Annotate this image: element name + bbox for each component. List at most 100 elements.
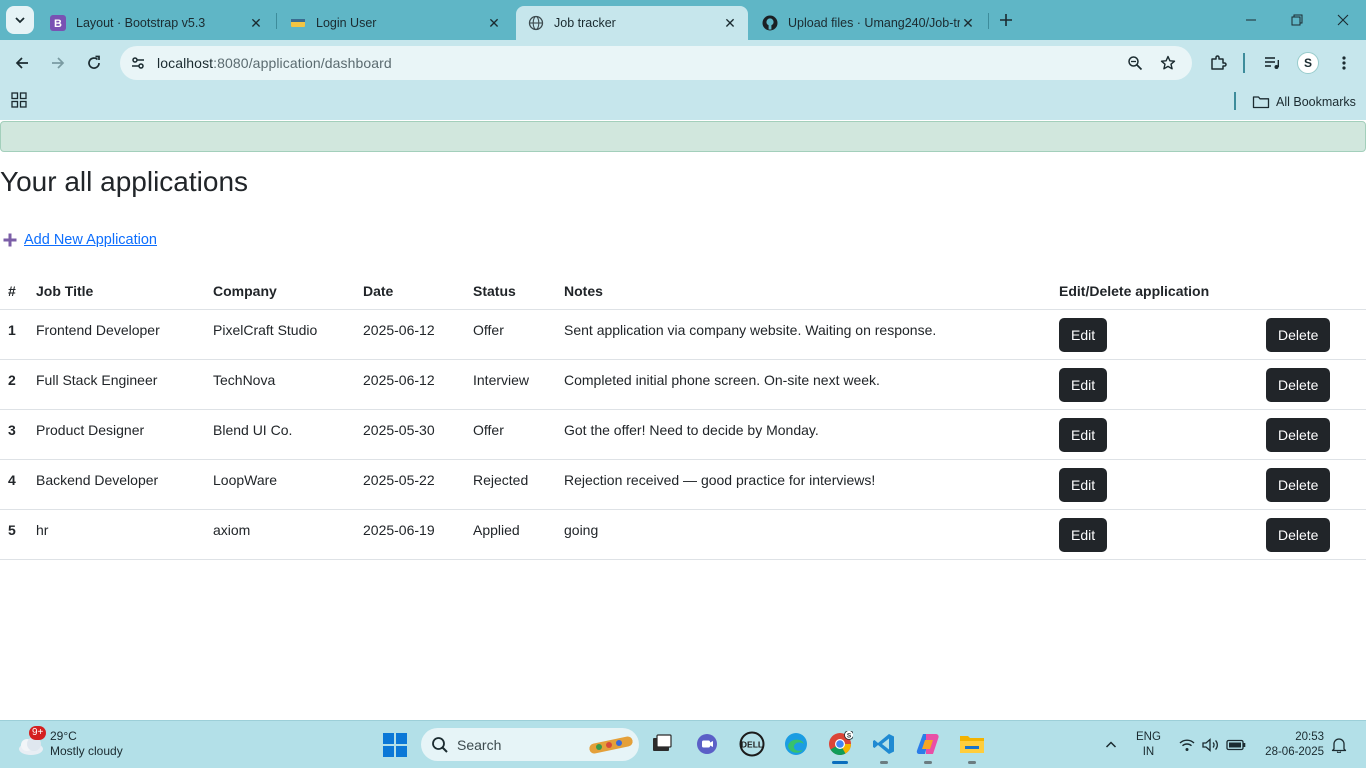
tab-divider xyxy=(276,13,277,29)
taskbar-copilot[interactable] xyxy=(914,730,942,764)
region-line: IN xyxy=(1142,746,1155,758)
zoom-icon[interactable] xyxy=(1122,50,1148,76)
edit-button[interactable]: Edit xyxy=(1059,517,1108,552)
taskbar-task-view[interactable] xyxy=(648,730,676,758)
search-icon xyxy=(432,737,448,753)
wifi-icon xyxy=(1179,739,1195,751)
language-indicator[interactable]: ENG IN xyxy=(1136,730,1161,760)
tab-strip: B Layout · Bootstrap v5.3 ✕ Login User ✕… xyxy=(0,0,1366,40)
edit-button[interactable]: Edit xyxy=(1059,467,1108,502)
table-row: 2 Full Stack Engineer TechNova 2025-06-1… xyxy=(0,359,1366,410)
edit-cell: Edit xyxy=(1051,359,1258,410)
close-window-button[interactable] xyxy=(1320,0,1366,40)
media-control-icon[interactable] xyxy=(1259,50,1285,76)
forward-button[interactable] xyxy=(45,50,71,76)
taskbar-meet[interactable] xyxy=(693,730,721,758)
extensions-icon[interactable] xyxy=(1205,50,1231,76)
back-button[interactable] xyxy=(9,50,35,76)
chevron-up-icon xyxy=(1105,741,1117,748)
svg-text:S: S xyxy=(847,733,852,740)
wifi-status[interactable] xyxy=(1177,721,1197,768)
status-cell: Interview xyxy=(465,359,556,410)
site-info-icon[interactable] xyxy=(125,50,151,76)
edit-button[interactable]: Edit xyxy=(1059,317,1108,352)
reload-icon xyxy=(88,55,100,69)
weather-widget[interactable]: 9+ 29°C Mostly cloudy xyxy=(16,726,123,759)
taskbar-vscode[interactable] xyxy=(870,730,898,764)
battery-status[interactable] xyxy=(1225,721,1247,768)
tab-search-button[interactable] xyxy=(6,6,34,34)
tab-job-tracker[interactable]: Job tracker ✕ xyxy=(516,6,748,40)
row-number: 5 xyxy=(0,509,28,560)
all-bookmarks-button[interactable]: All Bookmarks xyxy=(1252,92,1356,112)
job-title-cell: Product Designer xyxy=(28,409,205,460)
tab-github[interactable]: Upload files · Umang240/Job-tr ✕ xyxy=(750,6,986,40)
close-icon xyxy=(1337,14,1349,26)
edit-cell: Edit xyxy=(1051,509,1258,560)
taskbar-edge[interactable] xyxy=(782,730,810,758)
edit-button[interactable]: Edit xyxy=(1059,367,1108,402)
column-header: Company xyxy=(205,274,355,310)
delete-button[interactable]: Delete xyxy=(1266,517,1331,552)
new-tab-button[interactable] xyxy=(994,8,1018,32)
delete-button[interactable]: Delete xyxy=(1266,417,1331,452)
delete-cell: Delete xyxy=(1258,409,1366,460)
column-header: Status xyxy=(465,274,556,310)
browser-toolbar: localhost:8080/application/dashboard xyxy=(0,40,1366,86)
close-icon[interactable]: ✕ xyxy=(722,15,738,31)
column-header: Job Title xyxy=(28,274,205,310)
bookmark-star-icon[interactable] xyxy=(1155,50,1181,76)
svg-text:B: B xyxy=(54,18,62,30)
taskbar-search[interactable]: Search xyxy=(421,728,639,761)
close-icon[interactable]: ✕ xyxy=(960,15,976,31)
date-cell: 2025-06-12 xyxy=(355,359,465,410)
job-title-cell: Full Stack Engineer xyxy=(28,359,205,410)
volume-status[interactable] xyxy=(1201,721,1221,768)
menu-dots-icon[interactable] xyxy=(1331,50,1357,76)
bell-icon xyxy=(1331,738,1347,753)
company-cell: Blend UI Co. xyxy=(205,409,355,460)
close-icon[interactable]: ✕ xyxy=(248,15,264,31)
chrome-icon: S xyxy=(829,731,853,755)
table-header-row: # Job Title Company Date Status Notes Ed… xyxy=(0,274,1366,310)
dell-icon: DELL xyxy=(739,731,765,757)
running-indicator xyxy=(924,761,932,764)
tab-divider xyxy=(988,13,989,29)
taskbar-file-explorer[interactable] xyxy=(958,730,986,764)
apps-grid-icon[interactable] xyxy=(6,87,32,113)
delete-button[interactable]: Delete xyxy=(1266,367,1331,402)
tab-login-user[interactable]: Login User ✕ xyxy=(278,6,512,40)
tab-title: Upload files · Umang240/Job-tr xyxy=(788,16,960,30)
edit-cell: Edit xyxy=(1051,409,1258,460)
add-new-application-link[interactable]: Add New Application xyxy=(2,232,157,248)
alert-banner xyxy=(0,121,1366,152)
delete-button[interactable]: Delete xyxy=(1266,467,1331,502)
restore-button[interactable] xyxy=(1274,0,1320,40)
status-cell: Rejected xyxy=(465,459,556,510)
plus-icon xyxy=(2,232,18,248)
reload-button[interactable] xyxy=(81,50,107,76)
delete-button[interactable]: Delete xyxy=(1266,317,1331,352)
notes-cell: Rejection received — good practice for i… xyxy=(556,459,1051,510)
edit-button[interactable]: Edit xyxy=(1059,417,1108,452)
edit-cell: Edit xyxy=(1051,459,1258,510)
date-cell: 2025-06-19 xyxy=(355,509,465,560)
tab-bootstrap[interactable]: B Layout · Bootstrap v5.3 ✕ xyxy=(38,6,274,40)
start-button[interactable] xyxy=(383,733,407,757)
address-bar[interactable]: localhost:8080/application/dashboard xyxy=(120,46,1192,80)
date-cell: 2025-05-22 xyxy=(355,459,465,510)
delete-cell: Delete xyxy=(1258,359,1366,410)
profile-avatar[interactable]: S xyxy=(1297,52,1319,74)
minimize-button[interactable] xyxy=(1228,0,1274,40)
notifications-button[interactable] xyxy=(1328,721,1350,768)
taskbar-chrome[interactable]: S xyxy=(826,730,854,764)
show-hidden-icons-button[interactable] xyxy=(1100,721,1122,768)
table-row: 5 hr axiom 2025-06-19 Applied going Edit… xyxy=(0,509,1366,560)
arrow-left-icon xyxy=(15,57,28,69)
clock[interactable]: 20:53 28-06-2025 xyxy=(1256,730,1324,760)
close-icon[interactable]: ✕ xyxy=(486,15,502,31)
taskbar-dell[interactable]: DELL xyxy=(738,730,766,758)
url-text: localhost:8080/application/dashboard xyxy=(157,55,392,71)
tab-title: Layout · Bootstrap v5.3 xyxy=(76,16,206,30)
table-row: 3 Product Designer Blend UI Co. 2025-05-… xyxy=(0,409,1366,460)
